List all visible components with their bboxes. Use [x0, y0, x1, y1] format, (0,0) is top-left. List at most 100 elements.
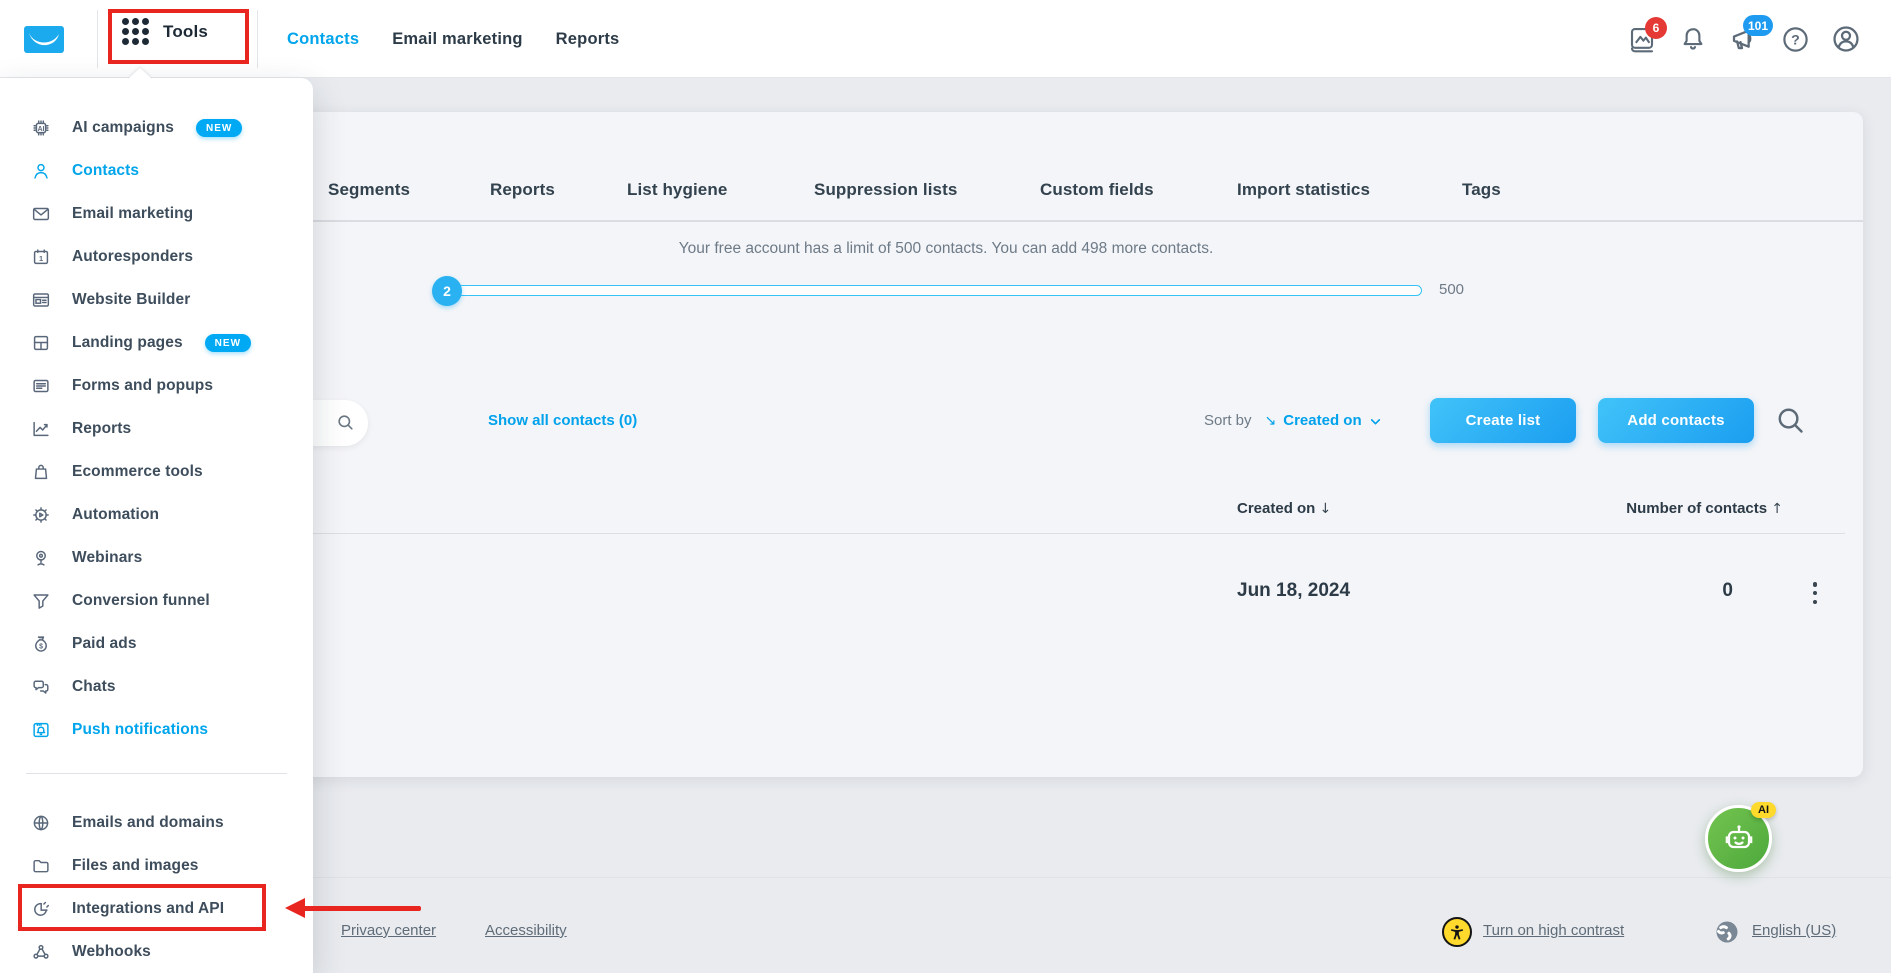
- whats-new-button[interactable]: 6: [1625, 22, 1659, 56]
- getresponse-logo-icon[interactable]: [24, 26, 64, 53]
- apps-grid-icon: [122, 18, 149, 45]
- topbar: Tools Contacts Email marketing Reports 6: [0, 0, 1891, 78]
- chat-bubbles-icon: [30, 676, 52, 698]
- topbar-divider: [257, 10, 258, 68]
- show-all-contacts-link[interactable]: Show all contacts (0): [488, 412, 637, 429]
- language-globe-icon: [1712, 917, 1742, 947]
- menu-item-conversion-funnel[interactable]: Conversion funnel: [0, 579, 313, 622]
- create-list-button[interactable]: Create list: [1430, 398, 1576, 443]
- limit-text: Your free account has a limit of 500 con…: [679, 240, 1214, 257]
- menu-item-autoresponders[interactable]: 1 Autoresponders: [0, 235, 313, 278]
- tab-tags[interactable]: Tags: [1462, 180, 1501, 200]
- new-badge: NEW: [205, 334, 251, 352]
- main-nav: Contacts Email marketing Reports: [287, 0, 619, 78]
- menu-item-label: Contacts: [72, 162, 139, 180]
- folder-icon: [30, 855, 52, 877]
- menu-item-label: Landing pages: [72, 334, 183, 352]
- tab-segments[interactable]: Segments: [328, 180, 410, 200]
- menu-item-label: Forms and popups: [72, 377, 213, 395]
- menu-item-automation[interactable]: Automation: [0, 493, 313, 536]
- sort-field-dropdown[interactable]: Created on: [1283, 412, 1361, 429]
- menu-item-label: Reports: [72, 420, 131, 438]
- menu-item-label: Emails and domains: [72, 814, 224, 832]
- column-header-number-of-contacts[interactable]: Number of contacts ↑: [1576, 500, 1783, 517]
- menu-item-integrations-and-api[interactable]: Integrations and API: [0, 887, 313, 930]
- tab-import-statistics[interactable]: Import statistics: [1237, 180, 1370, 200]
- menu-item-label: Chats: [72, 678, 116, 696]
- menu-item-label: AI campaigns: [72, 119, 174, 137]
- help-button[interactable]: ?: [1778, 22, 1812, 56]
- table-row[interactable]: - Jun 18, 2024 0: [296, 572, 1863, 618]
- svg-text:AI: AI: [38, 125, 45, 132]
- row-actions-kebab-icon[interactable]: [1804, 580, 1826, 606]
- tab-custom-fields[interactable]: Custom fields: [1040, 180, 1154, 200]
- push-bell-icon: [30, 719, 52, 741]
- globe-icon: [1712, 917, 1742, 947]
- chevron-down-icon[interactable]: [1369, 415, 1382, 428]
- robot-face-icon: [1719, 819, 1759, 859]
- bell-icon: [1678, 24, 1708, 54]
- nav-contacts[interactable]: Contacts: [287, 30, 359, 49]
- menu-item-ecommerce-tools[interactable]: Ecommerce tools: [0, 450, 313, 493]
- menu-group-secondary: Emails and domains Files and images: [0, 801, 313, 973]
- dropdown-caret: [128, 68, 152, 79]
- envelope-icon: [30, 203, 52, 225]
- column-header-created-on[interactable]: Created on ↓: [1237, 500, 1331, 517]
- notifications-button[interactable]: [1676, 22, 1710, 56]
- sort-direction-icon[interactable]: ↘: [1265, 413, 1277, 429]
- accessibility-link[interactable]: Accessibility: [485, 922, 567, 939]
- funnel-icon: [30, 590, 52, 612]
- menu-item-label: Integrations and API: [72, 900, 224, 918]
- privacy-center-link[interactable]: Privacy center: [341, 922, 436, 939]
- list-search-icon[interactable]: [1775, 405, 1806, 436]
- contacts-tabs: Segments Reports List hygiene Suppressio…: [296, 166, 1863, 222]
- menu-item-webhooks[interactable]: Webhooks: [0, 930, 313, 973]
- person-icon: [30, 160, 52, 182]
- tab-reports[interactable]: Reports: [490, 180, 555, 200]
- menu-item-label: Webinars: [72, 549, 142, 567]
- whats-new-count-badge: 6: [1645, 17, 1667, 39]
- nav-reports[interactable]: Reports: [556, 30, 620, 49]
- sort-by-label: Sort by: [1204, 412, 1252, 429]
- tools-label: Tools: [163, 22, 208, 42]
- menu-item-label: Ecommerce tools: [72, 463, 203, 481]
- created-on-header-label: Created on: [1237, 500, 1315, 517]
- tab-list-hygiene[interactable]: List hygiene: [627, 180, 727, 200]
- globe-icon: [30, 812, 52, 834]
- menu-item-landing-pages[interactable]: Landing pages NEW: [0, 321, 313, 364]
- sort-asc-arrow-icon: ↑: [1771, 501, 1783, 517]
- logo-smile-icon: [24, 26, 64, 53]
- menu-item-email-marketing[interactable]: Email marketing: [0, 192, 313, 235]
- announcements-button[interactable]: 101: [1727, 22, 1761, 56]
- sort-controls: Sort by ↘ Created on: [1204, 412, 1382, 429]
- form-lines-icon: [30, 375, 52, 397]
- menu-item-webinars[interactable]: Webinars: [0, 536, 313, 579]
- high-contrast-link[interactable]: Turn on high contrast: [1483, 922, 1624, 939]
- ai-assistant-button[interactable]: AI: [1705, 805, 1772, 872]
- menu-item-emails-and-domains[interactable]: Emails and domains: [0, 801, 313, 844]
- menu-item-files-and-images[interactable]: Files and images: [0, 844, 313, 887]
- nav-email-marketing[interactable]: Email marketing: [392, 30, 522, 49]
- menu-item-ai-campaigns[interactable]: AI AI campaigns NEW: [0, 106, 313, 149]
- menu-item-forms-and-popups[interactable]: Forms and popups: [0, 364, 313, 407]
- svg-text:$: $: [39, 643, 43, 650]
- announcements-count-badge: 101: [1743, 15, 1773, 36]
- account-button[interactable]: [1829, 22, 1863, 56]
- menu-item-label: Automation: [72, 506, 159, 524]
- menu-item-push-notifications[interactable]: Push notifications: [0, 708, 313, 751]
- table-header-divider: [296, 533, 1845, 534]
- menu-item-reports[interactable]: Reports: [0, 407, 313, 450]
- add-contacts-button[interactable]: Add contacts: [1598, 398, 1754, 443]
- menu-item-label: Autoresponders: [72, 248, 193, 266]
- menu-item-label: Files and images: [72, 857, 199, 875]
- menu-item-paid-ads[interactable]: $ Paid ads: [0, 622, 313, 665]
- menu-item-chats[interactable]: Chats: [0, 665, 313, 708]
- contacts-header-label: Number of contacts: [1626, 500, 1767, 517]
- language-selector-link[interactable]: English (US): [1752, 922, 1836, 939]
- tools-button[interactable]: Tools: [122, 18, 208, 45]
- menu-item-website-builder[interactable]: Website Builder: [0, 278, 313, 321]
- topbar-divider: [97, 10, 98, 68]
- menu-item-contacts[interactable]: Contacts: [0, 149, 313, 192]
- menu-item-label: Website Builder: [72, 291, 190, 309]
- tab-suppression-lists[interactable]: Suppression lists: [814, 180, 957, 200]
